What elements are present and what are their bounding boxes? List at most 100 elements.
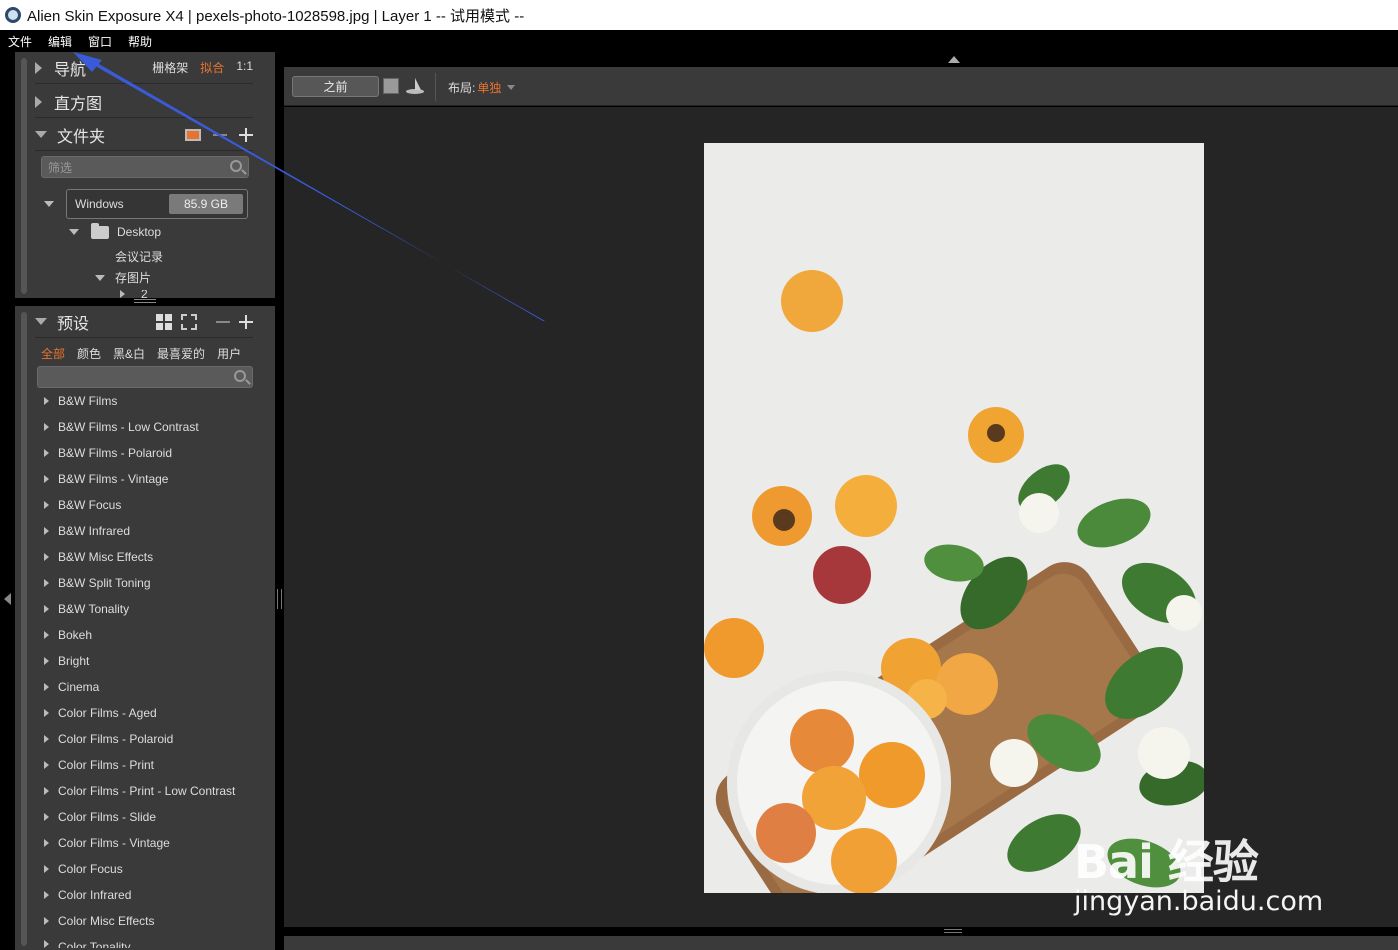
left-collapse-gutter[interactable] xyxy=(0,52,15,950)
preset-label: B&W Focus xyxy=(58,498,122,512)
preset-label: Bright xyxy=(58,654,90,668)
tree-item-label: 存图片 xyxy=(115,271,152,285)
menu-file[interactable]: 文件 xyxy=(8,33,32,50)
preset-item[interactable]: B&W Films - Low Contrast xyxy=(37,414,253,440)
window-title: Alien Skin Exposure X4 | pexels-photo-10… xyxy=(27,7,525,25)
open-folder-icon[interactable] xyxy=(185,128,201,141)
drive-windows[interactable]: Windows 85.9 GB xyxy=(66,189,248,219)
preset-item[interactable]: B&W Split Toning xyxy=(37,570,253,596)
tab-color[interactable]: 颜色 xyxy=(77,345,101,362)
presets-scrollbar[interactable] xyxy=(21,312,27,946)
nav-fit-option[interactable]: 拟合 xyxy=(200,59,224,76)
preset-label: B&W Films xyxy=(58,394,118,408)
tree-item-meeting-notes[interactable]: 会议记录 xyxy=(115,248,163,265)
collapse-up-icon[interactable] xyxy=(948,56,960,63)
drive-collapse-icon[interactable] xyxy=(44,201,54,207)
tree-item-label: Desktop xyxy=(117,225,162,239)
preset-item[interactable]: B&W Focus xyxy=(37,492,253,518)
expand-arrow-icon[interactable] xyxy=(69,229,79,235)
menu-edit[interactable]: 编辑 xyxy=(48,33,72,50)
preset-item[interactable]: Color Focus xyxy=(37,856,253,882)
preset-list: B&W Films B&W Films - Low Contrast B&W F… xyxy=(37,388,253,948)
tree-item-2[interactable]: 2 xyxy=(120,290,148,298)
preset-item[interactable]: Color Films - Slide xyxy=(37,804,253,830)
nav-grid-option[interactable]: 栅格架 xyxy=(152,59,188,76)
preset-item[interactable]: Color Films - Vintage xyxy=(37,830,253,856)
preset-label: Color Films - Vintage xyxy=(58,836,170,850)
expand-arrow-icon xyxy=(44,787,49,795)
menu-window[interactable]: 窗口 xyxy=(88,33,112,50)
preset-label: Color Infrared xyxy=(58,888,132,902)
tab-bw[interactable]: 黑&白 xyxy=(113,345,145,362)
expand-arrow-icon xyxy=(44,940,49,948)
bottom-grip-icon[interactable] xyxy=(944,929,962,933)
single-view-icon[interactable] xyxy=(383,78,399,94)
drive-name: Windows xyxy=(75,197,124,211)
grid-view-icon[interactable] xyxy=(156,313,172,330)
split-view-icon[interactable] xyxy=(406,78,424,94)
preset-item[interactable]: Color Misc Effects xyxy=(37,908,253,934)
tab-favorites[interactable]: 最喜爱的 xyxy=(157,345,205,362)
image-canvas[interactable] xyxy=(284,107,1398,927)
add-preset-icon[interactable] xyxy=(239,314,253,329)
collapse-left-icon[interactable] xyxy=(4,593,11,605)
panel-resize-handle[interactable] xyxy=(134,299,156,303)
folder-filter-input[interactable]: 筛选 xyxy=(41,156,249,178)
panel-splitter[interactable] xyxy=(275,52,284,950)
preset-item[interactable]: Cinema xyxy=(37,674,253,700)
preset-item[interactable]: B&W Misc Effects xyxy=(37,544,253,570)
folder-icon xyxy=(91,222,109,239)
tree-item-desktop[interactable]: Desktop xyxy=(69,222,162,239)
section-navigation[interactable]: 导航 栅格架 拟合 1:1 xyxy=(35,52,253,84)
expand-view-icon[interactable] xyxy=(181,313,197,330)
remove-preset-icon[interactable] xyxy=(216,320,230,323)
preset-label: Color Focus xyxy=(58,862,123,876)
preset-item[interactable]: Color Films - Polaroid xyxy=(37,726,253,752)
filmstrip-bar xyxy=(284,936,1398,950)
preset-item[interactable]: B&W Infrared xyxy=(37,518,253,544)
preset-item[interactable]: B&W Tonality xyxy=(37,596,253,622)
preset-label: Color Films - Print xyxy=(58,758,155,772)
preset-item[interactable]: Color Films - Aged xyxy=(37,700,253,726)
preset-item[interactable]: Color Films - Print xyxy=(37,752,253,778)
expand-arrow-icon xyxy=(44,839,49,847)
preset-item[interactable]: B&W Films - Vintage xyxy=(37,466,253,492)
tab-user[interactable]: 用户 xyxy=(217,345,241,362)
preset-item[interactable]: B&W Films - Polaroid xyxy=(37,440,253,466)
bottom-collapse-strip[interactable] xyxy=(284,927,1398,936)
nav-ratio-option[interactable]: 1:1 xyxy=(236,59,253,76)
preset-item[interactable]: Color Films - Print - Low Contrast xyxy=(37,778,253,804)
section-presets[interactable]: 预设 xyxy=(35,306,253,338)
browser-panel-scrollbar[interactable] xyxy=(21,58,27,294)
collapse-arrow-icon xyxy=(35,318,47,325)
splitter-grip-icon[interactable] xyxy=(277,589,282,609)
preset-item[interactable]: Bokeh xyxy=(37,622,253,648)
preset-label: Color Films - Aged xyxy=(58,706,157,720)
preset-item[interactable]: Bright xyxy=(37,648,253,674)
expand-arrow-icon[interactable] xyxy=(95,274,105,281)
expand-arrow-icon xyxy=(44,423,49,431)
top-collapse-strip[interactable] xyxy=(284,52,1398,67)
preset-search-input[interactable] xyxy=(37,366,253,388)
preset-label: B&W Split Toning xyxy=(58,576,151,590)
layout-value: 单独 xyxy=(477,81,502,95)
expand-arrow-icon xyxy=(35,95,42,108)
preset-label: B&W Infrared xyxy=(58,524,131,538)
preset-item[interactable]: B&W Films xyxy=(37,388,253,414)
preset-label: B&W Films - Low Contrast xyxy=(58,420,199,434)
menu-help[interactable]: 帮助 xyxy=(128,33,152,50)
add-folder-icon[interactable] xyxy=(239,127,253,142)
remove-folder-icon[interactable] xyxy=(213,133,227,136)
layout-select[interactable]: 布局: 单独 xyxy=(448,79,516,96)
title-bar: Alien Skin Exposure X4 | pexels-photo-10… xyxy=(0,0,1398,30)
photo-apricots-image xyxy=(704,143,1204,893)
tab-all[interactable]: 全部 xyxy=(41,345,65,362)
preset-item[interactable]: Color Infrared xyxy=(37,882,253,908)
expand-arrow-icon[interactable] xyxy=(120,290,125,298)
tree-item-saved-images[interactable]: 存图片 xyxy=(95,269,151,286)
section-folders[interactable]: 文件夹 xyxy=(35,119,253,151)
preset-item[interactable]: Color Tonality xyxy=(37,934,253,948)
preset-label: Cinema xyxy=(58,680,100,694)
section-histogram[interactable]: 直方图 xyxy=(35,86,253,118)
before-button[interactable]: 之前 xyxy=(292,76,379,97)
